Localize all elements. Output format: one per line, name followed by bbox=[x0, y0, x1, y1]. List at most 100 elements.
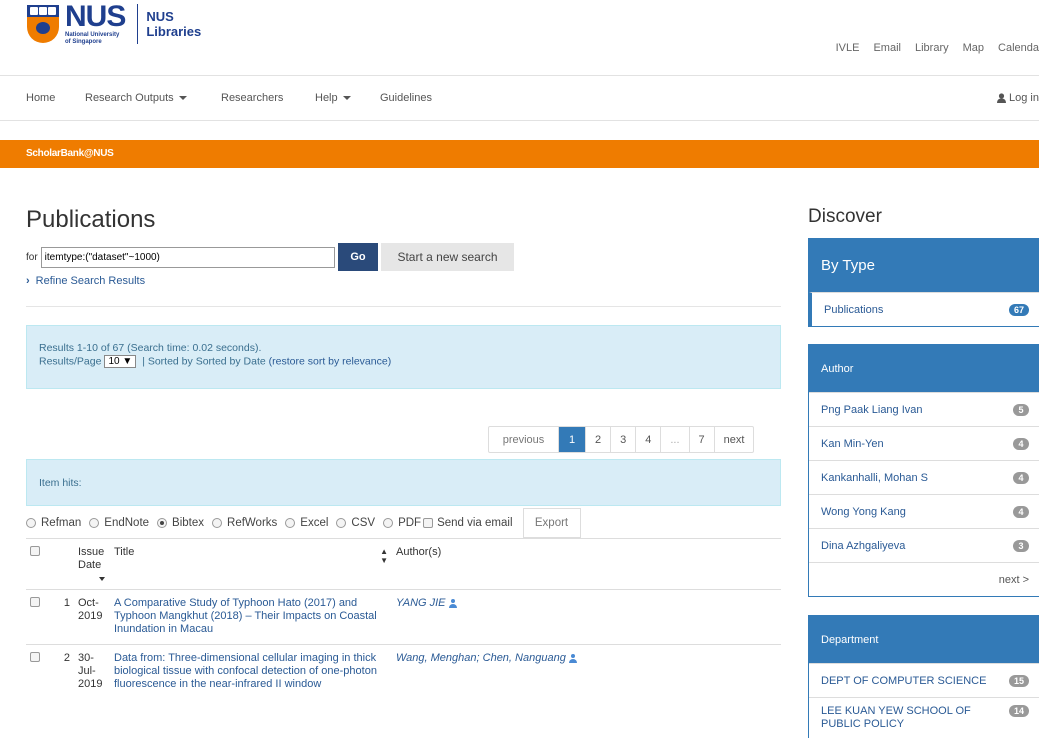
author-item-count: 5 bbox=[1013, 403, 1029, 416]
author-item[interactable]: Dina Azhgaliyeva 3 bbox=[809, 528, 1039, 562]
nav-home[interactable]: Home bbox=[26, 92, 55, 104]
export-excel[interactable]: Excel bbox=[285, 517, 328, 529]
radio-icon bbox=[212, 518, 223, 528]
new-search-button[interactable]: Start a new search bbox=[381, 243, 514, 271]
for-label: for bbox=[26, 252, 38, 263]
logo-divider bbox=[137, 4, 139, 44]
export-refman-label: Refman bbox=[41, 517, 82, 529]
export-pdf[interactable]: PDF bbox=[383, 517, 421, 529]
checkbox-icon bbox=[423, 518, 434, 528]
item-hits-box: Item hits: bbox=[26, 459, 781, 506]
person-icon bbox=[448, 598, 457, 608]
issue-date-header[interactable]: Issue Date bbox=[74, 538, 110, 590]
pager-page-4[interactable]: 4 bbox=[635, 427, 660, 452]
department-item-label: LEE KUAN YEW SCHOOL OF PUBLIC POLICY bbox=[821, 705, 971, 730]
department-item-label: DEPT OF COMPUTER SCIENCE bbox=[821, 674, 987, 687]
export-button[interactable]: Export bbox=[522, 508, 581, 538]
row-authors-link[interactable]: Wang, Menghan; Chen, Nanguang bbox=[396, 652, 566, 664]
author-item[interactable]: Png Paak Liang Ivan 5 bbox=[809, 392, 1039, 426]
nus-wordmark: NUS bbox=[65, 0, 126, 33]
banner-title[interactable]: ScholarBank@NUS bbox=[26, 148, 114, 159]
results-summary: Results 1-10 of 67 (Search time: 0.02 se… bbox=[39, 342, 262, 354]
row-authors-link[interactable]: YANG JIE bbox=[396, 597, 446, 609]
divider bbox=[26, 306, 781, 307]
export-bibtex[interactable]: Bibtex bbox=[157, 517, 204, 529]
export-refworks-label: RefWorks bbox=[227, 517, 278, 529]
author-next-link[interactable]: next > bbox=[809, 562, 1039, 596]
row-checkbox[interactable] bbox=[30, 652, 40, 662]
item-hits-label: Item hits: bbox=[39, 477, 82, 489]
search-input[interactable] bbox=[40, 247, 335, 268]
nav-researchers[interactable]: Researchers bbox=[221, 92, 283, 104]
type-item-publications[interactable]: Publications 67 bbox=[809, 292, 1039, 326]
nav-research-outputs-label: Research Outputs bbox=[85, 92, 174, 104]
results-table: Issue Date ▲ ▼ Title Author(s) 1 Oct-2019 … bbox=[26, 538, 781, 699]
pagination: previous 1 2 3 4 ... 7 next bbox=[488, 426, 755, 453]
author-item-label: Dina Azhgaliyeva bbox=[821, 539, 906, 552]
pager-page-7[interactable]: 7 bbox=[688, 427, 714, 452]
export-pdf-label: PDF bbox=[398, 517, 422, 529]
page-title: Publications bbox=[26, 206, 156, 233]
nav-research-outputs[interactable]: Research Outputs bbox=[85, 92, 187, 104]
pager-page-2[interactable]: 2 bbox=[585, 427, 610, 452]
department-item[interactable]: LEE KUAN YEW SCHOOL OF PUBLIC POLICY 14 bbox=[809, 697, 1039, 738]
export-options: Refman EndNote Bibtex RefWorks Excel CSV… bbox=[26, 508, 781, 538]
author-item[interactable]: Wong Yong Kang 4 bbox=[809, 494, 1039, 528]
row-title-link[interactable]: Data from: Three-dimensional cellular im… bbox=[110, 644, 392, 699]
author-item-count: 4 bbox=[1013, 437, 1029, 450]
sort-down-icon bbox=[99, 577, 105, 581]
export-csv[interactable]: CSV bbox=[336, 517, 375, 529]
login-link[interactable]: Log in bbox=[997, 92, 1039, 104]
user-icon bbox=[997, 93, 1007, 103]
export-refworks[interactable]: RefWorks bbox=[212, 517, 277, 529]
author-item-count: 4 bbox=[1013, 505, 1029, 518]
go-button[interactable]: Go bbox=[338, 243, 378, 271]
author-item[interactable]: Kan Min-Yen 4 bbox=[809, 426, 1039, 460]
export-refman[interactable]: Refman bbox=[26, 517, 81, 529]
row-number: 2 bbox=[52, 644, 74, 699]
nav-help-label: Help bbox=[315, 92, 338, 104]
department-item-count: 15 bbox=[1008, 674, 1029, 687]
row-issue-date: 30-Jul-2019 bbox=[74, 644, 110, 699]
site-banner: ScholarBank@NUS bbox=[0, 140, 1039, 168]
author-item-count: 3 bbox=[1013, 539, 1029, 552]
export-endnote[interactable]: EndNote bbox=[89, 517, 149, 529]
nav-help[interactable]: Help bbox=[315, 92, 351, 104]
libraries-wordmark-line1: NUS bbox=[146, 9, 174, 24]
pager-previous[interactable]: previous bbox=[489, 427, 558, 452]
type-item-label: Publications bbox=[824, 303, 884, 316]
pager-ellipsis: ... bbox=[660, 427, 688, 452]
pager-next[interactable]: next bbox=[713, 427, 754, 452]
utility-links: IVLE Email Library Map Calenda bbox=[836, 42, 1039, 54]
toplink-map[interactable]: Map bbox=[963, 42, 984, 54]
results-per-page-select[interactable]: 10 ▼ bbox=[104, 355, 137, 368]
toplink-ivle[interactable]: IVLE bbox=[836, 42, 860, 54]
nav-guidelines[interactable]: Guidelines bbox=[380, 92, 432, 104]
author-item[interactable]: Kankanhalli, Mohan S 4 bbox=[809, 460, 1039, 494]
issue-date-header-label: Issue Date bbox=[78, 546, 105, 571]
export-csv-label: CSV bbox=[351, 517, 376, 529]
authors-header[interactable]: Author(s) bbox=[392, 538, 781, 590]
refine-search-link[interactable]: › Refine Search Results bbox=[26, 275, 145, 287]
row-checkbox[interactable] bbox=[30, 597, 40, 607]
rpp-label: Results/Page bbox=[39, 355, 102, 368]
toplink-library[interactable]: Library bbox=[915, 42, 949, 54]
export-excel-label: Excel bbox=[300, 517, 329, 529]
restore-sort-link[interactable]: (restore sort by relevance) bbox=[269, 355, 392, 367]
department-item[interactable]: DEPT OF COMPUTER SCIENCE 15 bbox=[809, 663, 1039, 697]
pager-page-3[interactable]: 3 bbox=[610, 427, 635, 452]
select-all-checkbox[interactable] bbox=[30, 546, 40, 556]
toplink-email[interactable]: Email bbox=[873, 42, 901, 54]
nus-libraries-logo[interactable]: NUS National University of Singapore NUS… bbox=[25, 0, 201, 45]
chevron-right-icon: › bbox=[26, 275, 30, 287]
toplink-calendar[interactable]: Calenda bbox=[998, 42, 1039, 54]
refine-label: Refine Search Results bbox=[35, 275, 146, 287]
author-item-label: Kan Min-Yen bbox=[821, 437, 884, 450]
send-via-email[interactable]: Send via email bbox=[423, 517, 513, 529]
row-title-link[interactable]: A Comparative Study of Typhoon Hato (201… bbox=[110, 589, 392, 645]
pager-page-1[interactable]: 1 bbox=[558, 427, 585, 452]
author-panel: Author Png Paak Liang Ivan 5 Kan Min-Yen 4… bbox=[808, 344, 1039, 597]
department-item-count: 14 bbox=[1008, 705, 1029, 717]
title-header[interactable]: ▲ ▼ Title bbox=[110, 538, 392, 590]
table-row: 2 30-Jul-2019 Data from: Three-dimension… bbox=[26, 644, 781, 699]
